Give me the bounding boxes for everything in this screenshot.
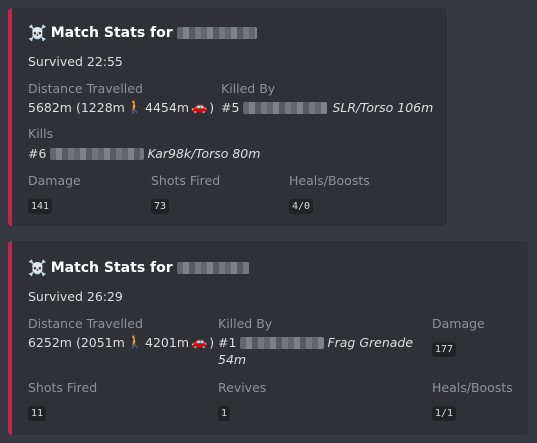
distance-drive: 4454m	[145, 100, 190, 115]
distance-drive: 4201m	[145, 335, 190, 350]
redacted-player-name	[176, 27, 257, 39]
embed-title-text: Match Stats for	[50, 260, 173, 276]
distance-close: )	[209, 100, 215, 115]
killed-by-value-continued: 54m	[218, 352, 246, 367]
damage-value: 177	[432, 342, 457, 357]
redacted-killer-name	[243, 101, 328, 114]
walking-person-icon: 🚶	[126, 100, 144, 115]
shots-fired-label: Shots Fired	[151, 173, 221, 188]
killed-by-label: Killed By	[221, 81, 276, 96]
kills-value: #6 Kar98k/Torso 80m	[28, 146, 260, 161]
distance-close: )	[209, 335, 215, 350]
distance-label: Distance Travelled	[28, 316, 143, 331]
embed-title-text: Match Stats for	[50, 25, 173, 41]
killed-by-rank: #5	[221, 100, 240, 115]
shots-fired-value: 11	[28, 406, 47, 421]
killed-by-detail: Frag Grenade	[327, 335, 414, 350]
heals-boosts-value: 1/1	[432, 406, 457, 421]
red-car-icon: 🚗	[191, 100, 208, 115]
skull-and-crossbones-icon: ☠️	[28, 258, 47, 277]
redacted-player-name	[176, 262, 249, 274]
shots-fired-value: 73	[151, 199, 170, 214]
damage-label: Damage	[28, 173, 81, 188]
walking-person-icon: 🚶	[126, 335, 144, 350]
damage-value: 141	[28, 199, 53, 214]
revives-label: Revives	[218, 380, 267, 395]
match-stats-embed: ☠️ Match Stats for Survived 26:29 Distan…	[8, 241, 528, 435]
embed-title: ☠️ Match Stats for	[28, 25, 257, 41]
kills-label: Kills	[28, 126, 54, 141]
distance-total: 6252m (2051m	[28, 335, 125, 350]
distance-total: 5682m (1228m	[28, 100, 125, 115]
kills-rank: #6	[28, 146, 47, 161]
killed-by-detail: SLR/Torso 106m	[332, 100, 434, 115]
damage-label: Damage	[432, 316, 485, 331]
killed-by-value: #5 SLR/Torso 106m	[221, 100, 433, 115]
distance-value: 6252m (2051m 🚶 4201m 🚗 )	[28, 335, 214, 350]
survived-time: Survived 22:55	[28, 54, 123, 69]
kills-detail: Kar98k/Torso 80m	[147, 146, 261, 161]
distance-value: 5682m (1228m 🚶 4454m 🚗 )	[28, 100, 214, 115]
distance-label: Distance Travelled	[28, 81, 143, 96]
redacted-victim-name	[50, 147, 145, 160]
killed-by-value: #1 Frag Grenade	[218, 335, 413, 350]
killed-by-label: Killed By	[218, 316, 273, 331]
killed-by-distance: 54m	[218, 352, 247, 367]
embed-title: ☠️ Match Stats for	[28, 260, 249, 276]
heals-boosts-label: Heals/Boosts	[289, 173, 370, 188]
revives-value: 1	[218, 406, 231, 421]
shots-fired-label: Shots Fired	[28, 380, 98, 395]
skull-and-crossbones-icon: ☠️	[28, 23, 47, 42]
heals-boosts-label: Heals/Boosts	[432, 380, 513, 395]
survived-time: Survived 26:29	[28, 289, 123, 304]
match-stats-embed: ☠️ Match Stats for Survived 22:55 Distan…	[8, 8, 447, 226]
heals-boosts-value: 4/0	[289, 199, 314, 214]
killed-by-rank: #1	[218, 335, 237, 350]
red-car-icon: 🚗	[191, 335, 208, 350]
redacted-killer-name	[240, 336, 325, 349]
